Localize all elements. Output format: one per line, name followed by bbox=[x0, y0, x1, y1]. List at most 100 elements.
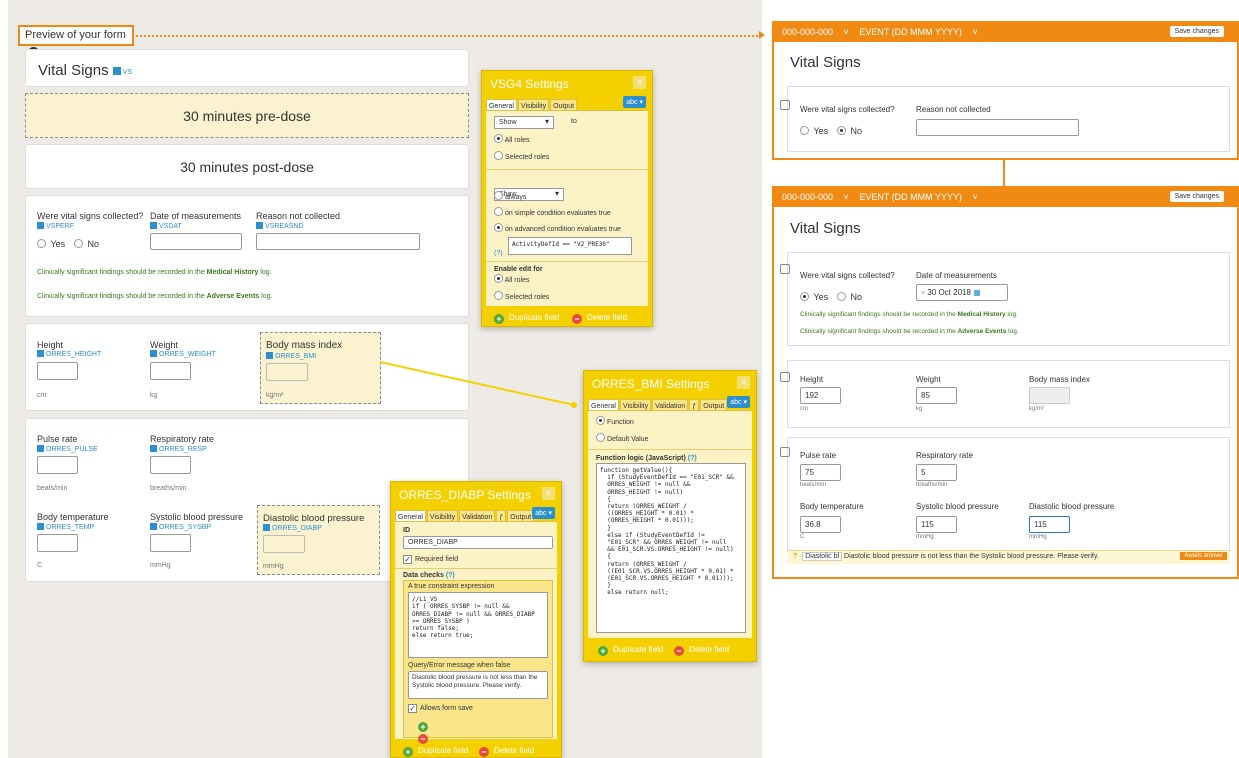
query-message-input[interactable]: Diastolic blood pressure is not less tha… bbox=[408, 671, 548, 699]
copy-icon[interactable] bbox=[780, 100, 790, 110]
note-medical-history: Clinically significant findings should b… bbox=[800, 311, 1018, 318]
weight-unit: kg bbox=[916, 406, 923, 412]
radio-edit-selected[interactable] bbox=[494, 291, 503, 300]
collected-radios: Yes No bbox=[800, 121, 862, 139]
radio-no-label: No bbox=[850, 292, 862, 302]
subject-selector[interactable]: 000-000-000 ˅ bbox=[782, 27, 849, 37]
condition-expression[interactable]: ActivityDefId == "V2_PRE30" bbox=[508, 237, 632, 255]
weight-label: Weight bbox=[916, 375, 941, 384]
delete-field-button[interactable]: − Delete field bbox=[572, 313, 627, 324]
date-clear-icon[interactable]: × bbox=[921, 290, 925, 297]
popup-tabs: General Visibility Validation ƒ Output abc ▾ bbox=[395, 506, 557, 525]
abc-dropdown[interactable]: abc ▾ bbox=[623, 96, 646, 108]
help-link[interactable]: (?) bbox=[494, 250, 503, 257]
calendar-icon[interactable]: ▦ bbox=[973, 288, 981, 297]
date-input[interactable]: × 30 Oct 2018 ▦ bbox=[916, 284, 1008, 301]
radio-simple[interactable] bbox=[494, 207, 503, 216]
awaits-answer-badge[interactable]: Awaits answer bbox=[1180, 552, 1227, 560]
function-code-editor[interactable]: function getValue(){ if (StudyEventDefId… bbox=[596, 463, 746, 633]
subject-selector[interactable]: 000-000-000 ˅ bbox=[782, 192, 849, 202]
radio-default[interactable] bbox=[596, 433, 605, 442]
abc-dropdown[interactable]: abc ▾ bbox=[532, 507, 555, 519]
diabp-input[interactable]: 115 bbox=[1029, 516, 1070, 533]
radio-yes[interactable] bbox=[800, 292, 809, 301]
delete-field-button[interactable]: − Delete field bbox=[479, 746, 534, 757]
selected-roles-option[interactable]: Selected roles bbox=[494, 151, 549, 161]
delete-field-button[interactable]: − Delete field bbox=[674, 645, 729, 656]
radio-yes[interactable] bbox=[800, 126, 809, 135]
edit-selected-roles-option[interactable]: Selected roles bbox=[494, 291, 549, 301]
date-label: Date of measurements bbox=[916, 271, 997, 280]
required-field-checkbox[interactable]: ✓ Required field bbox=[403, 555, 458, 564]
pulse-unit: beats/min bbox=[800, 482, 827, 488]
radio-always[interactable] bbox=[494, 191, 503, 200]
radio-no[interactable] bbox=[837, 292, 847, 301]
id-label: ID bbox=[403, 527, 410, 534]
sysbp-unit: mmHg bbox=[916, 534, 934, 540]
radio-no[interactable] bbox=[837, 126, 847, 135]
popup-footer: + Duplicate field − Delete field bbox=[391, 739, 561, 758]
body-measure-card: Height 192 cm Weight 85 kg Body mass ind… bbox=[780, 360, 1230, 428]
collected-label: Were vital signs collected? bbox=[800, 271, 895, 280]
copy-icon[interactable] bbox=[780, 372, 790, 382]
temp-input[interactable]: 36.8 bbox=[800, 516, 841, 533]
bmi-settings-popup: ORRES_BMI Settings × General Visibility Val… bbox=[583, 370, 757, 662]
reason-input[interactable] bbox=[916, 119, 1079, 136]
simple-condition-option[interactable]: on simple condition evaluates true bbox=[494, 207, 611, 217]
popup-title: ORRES_BMI Settings bbox=[592, 377, 710, 391]
event-selector[interactable]: EVENT (DD MMM YYYY) ˅ bbox=[859, 192, 977, 202]
check-icon[interactable]: ✓ bbox=[403, 555, 412, 564]
vsg4-settings-popup: VSG4 Settings × General Visibility Output a… bbox=[481, 70, 653, 327]
close-icon[interactable]: × bbox=[737, 376, 750, 389]
all-roles-option[interactable]: All roles bbox=[494, 134, 529, 144]
check-icon[interactable]: ✓ bbox=[408, 704, 417, 713]
reason-label: Reason not collected bbox=[916, 105, 991, 114]
query-field-tag[interactable]: Diastolic bl bbox=[802, 552, 843, 561]
id-input[interactable]: ORRES_DIABP bbox=[403, 536, 553, 549]
allows-save-checkbox[interactable]: ✓ Allows form save bbox=[408, 704, 473, 713]
pulse-input[interactable]: 75 bbox=[800, 464, 841, 481]
help-link[interactable]: (?) bbox=[446, 572, 455, 579]
height-unit: cm bbox=[800, 406, 808, 412]
duplicate-field-button[interactable]: + Duplicate field bbox=[494, 313, 559, 324]
sysbp-input[interactable]: 115 bbox=[916, 516, 957, 533]
edit-all-roles-option[interactable]: All roles bbox=[494, 274, 529, 284]
show-select[interactable]: Show bbox=[494, 116, 554, 129]
copy-icon[interactable] bbox=[780, 264, 790, 274]
save-changes-button[interactable]: Save changes bbox=[1169, 26, 1224, 37]
event-selector[interactable]: EVENT (DD MMM YYYY) ˅ bbox=[859, 27, 977, 37]
popup-title: VSG4 Settings bbox=[490, 77, 569, 91]
save-changes-button[interactable]: Save changes bbox=[1169, 191, 1224, 202]
duplicate-field-button[interactable]: + Duplicate field bbox=[598, 645, 663, 656]
constraint-editor[interactable]: //L1_VS if ( ORRES_SYSBP != null && ORRE… bbox=[408, 592, 548, 658]
radio-edit-all[interactable] bbox=[494, 274, 503, 283]
divider bbox=[588, 449, 754, 450]
popup-tabs: General Visibility Validation ƒ Output abc ▾ bbox=[588, 395, 752, 414]
weight-input[interactable]: 85 bbox=[916, 387, 957, 404]
query-bar: ? Diastolic bl Diastolic blood pressure … bbox=[787, 550, 1230, 564]
popup-footer: + Duplicate field − Delete field bbox=[482, 306, 652, 326]
help-link[interactable]: (?) bbox=[688, 455, 697, 462]
preview-header: 000-000-000 ˅ EVENT (DD MMM YYYY) ˅ Save… bbox=[774, 23, 1237, 42]
always-option[interactable]: always bbox=[494, 191, 526, 201]
collected-radios: Yes No bbox=[800, 287, 862, 305]
plus-icon: + bbox=[494, 314, 504, 324]
medical-history-link[interactable]: Medical History bbox=[958, 311, 1006, 318]
duplicate-field-button[interactable]: + Duplicate field bbox=[403, 746, 468, 757]
radio-advanced[interactable] bbox=[494, 223, 503, 232]
close-icon[interactable]: × bbox=[633, 76, 646, 89]
resp-input[interactable]: 5 bbox=[916, 464, 957, 481]
adverse-events-link[interactable]: Adverse Events bbox=[958, 328, 1007, 335]
default-value-option[interactable]: Default Value bbox=[596, 433, 648, 443]
advanced-condition-option[interactable]: on advanced condition evaluates true bbox=[494, 223, 621, 233]
radio-function[interactable] bbox=[596, 416, 605, 425]
function-option[interactable]: Function bbox=[596, 416, 634, 426]
plus-icon: + bbox=[403, 747, 413, 757]
height-input[interactable]: 192 bbox=[800, 387, 841, 404]
radio-all-roles[interactable] bbox=[494, 134, 503, 143]
close-icon[interactable]: × bbox=[542, 487, 555, 500]
abc-dropdown[interactable]: abc ▾ bbox=[727, 396, 750, 408]
copy-icon[interactable] bbox=[780, 447, 790, 457]
collected-label: Were vital signs collected? bbox=[800, 105, 895, 114]
radio-selected-roles[interactable] bbox=[494, 151, 503, 160]
